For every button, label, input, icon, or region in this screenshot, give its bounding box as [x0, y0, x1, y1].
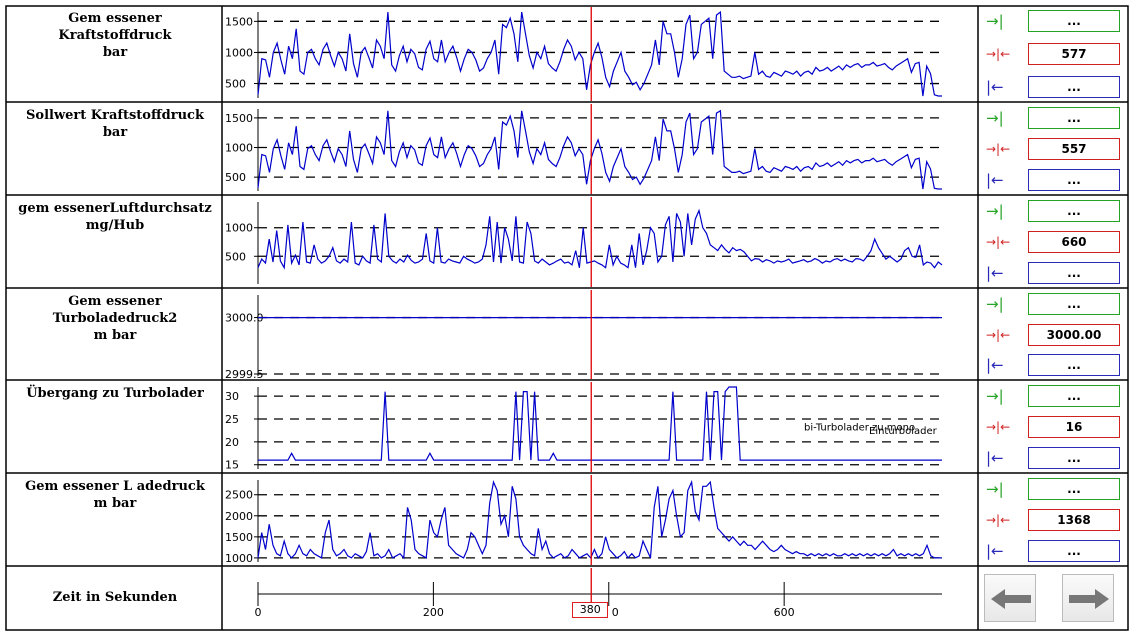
- series-line: [257, 208, 943, 270]
- y-tick-label: 1500: [225, 531, 253, 544]
- panel-label-line: Sollwert Kraftstoffdruck: [26, 108, 204, 123]
- time-tick-label: 600: [774, 606, 795, 619]
- panel-label-line: mg/Hub: [85, 218, 145, 233]
- jump-to-start-icon[interactable]: |←: [986, 263, 1016, 283]
- y-tick-label: 1000: [225, 552, 253, 565]
- y-tick-label: 3000.0: [225, 312, 264, 325]
- jump-to-cursor-icon[interactable]: →|←: [986, 417, 1016, 437]
- plot-panel-6: 2500 2000 1500 1000: [225, 475, 942, 565]
- y-tick-label: 20: [225, 436, 239, 449]
- panel-label-line: Gem essener L adedruck: [25, 479, 205, 494]
- jump-to-start-icon[interactable]: |←: [986, 541, 1016, 561]
- annotation-label: Einturbolader: [869, 426, 938, 437]
- cursor-time-value: 380: [579, 603, 601, 616]
- panel-label-line: Kraftstoffdruck: [58, 28, 172, 43]
- y-tick-label: 30: [225, 390, 239, 403]
- jump-end-field[interactable]: ...: [1028, 478, 1120, 500]
- jump-to-cursor-icon[interactable]: →|←: [986, 232, 1016, 252]
- jump-to-cursor-icon[interactable]: →|←: [986, 510, 1016, 530]
- y-tick-label: 1000: [225, 46, 253, 59]
- cursor-value-field[interactable]: 577: [1028, 43, 1120, 65]
- jump-to-cursor-icon[interactable]: →|←: [986, 139, 1016, 159]
- jump-end-field[interactable]: ...: [1028, 385, 1120, 407]
- panel-label-line: Turboladedruck2: [52, 311, 178, 326]
- panel-label-6: Gem essener L adedruck m bar: [8, 478, 222, 512]
- jump-to-end-icon[interactable]: →|: [986, 386, 1016, 406]
- plot-panel-3: 1000 500: [225, 197, 943, 287]
- panel-label-line: m bar: [93, 496, 137, 511]
- jump-end-field[interactable]: ...: [1028, 200, 1120, 222]
- jump-end-field[interactable]: ...: [1028, 293, 1120, 315]
- panel-label-line: Gem essener: [68, 294, 162, 309]
- panel-label-line: Übergang zu Turbolader: [26, 386, 204, 401]
- scroll-left-button[interactable]: [984, 574, 1036, 622]
- jump-to-end-icon[interactable]: →|: [986, 479, 1016, 499]
- jump-start-field[interactable]: ...: [1028, 447, 1120, 469]
- y-tick-label: 500: [225, 78, 246, 91]
- panel-label-line: m bar: [93, 328, 137, 343]
- jump-start-field[interactable]: ...: [1028, 540, 1120, 562]
- panel-label-1: Gem essener Kraftstoffdruck bar: [8, 10, 222, 61]
- jump-to-start-icon[interactable]: |←: [986, 77, 1016, 97]
- panel-label-3: gem essenerLuftdurchsatz mg/Hub: [8, 200, 222, 234]
- jump-to-cursor-icon[interactable]: →|←: [986, 44, 1016, 64]
- panel-label-line: bar: [102, 125, 128, 140]
- cursor-value-field[interactable]: 16: [1028, 416, 1120, 438]
- time-tick-label: 0: [612, 606, 619, 619]
- jump-start-field[interactable]: ...: [1028, 169, 1120, 191]
- time-axis-label: Zeit in Sekunden: [52, 590, 178, 605]
- panel-label-2: Sollwert Kraftstoffdruck bar: [8, 107, 222, 141]
- cursor-value-field[interactable]: 660: [1028, 231, 1120, 253]
- y-tick-label: 2999.5: [225, 368, 264, 381]
- plot-panel-1: 1500 1000 500: [225, 7, 942, 101]
- scroll-right-button[interactable]: [1062, 574, 1114, 622]
- jump-start-field[interactable]: ...: [1028, 354, 1120, 376]
- cursor-value-field[interactable]: 557: [1028, 138, 1120, 160]
- y-tick-label: 1500: [225, 112, 253, 125]
- jump-to-end-icon[interactable]: →|: [986, 11, 1016, 31]
- jump-start-field[interactable]: ...: [1028, 262, 1120, 284]
- jump-end-field[interactable]: ...: [1028, 107, 1120, 129]
- panel-label-line: Gem essener: [68, 11, 162, 26]
- arrow-right-icon: [1069, 589, 1109, 609]
- plot-panel-5: 30252015bi-Turbolader zu monoEinturbolad…: [225, 382, 942, 472]
- y-tick-label: 500: [225, 250, 246, 263]
- series-line: [257, 479, 942, 560]
- jump-start-field[interactable]: ...: [1028, 76, 1120, 98]
- y-tick-label: 15: [225, 459, 239, 472]
- time-tick-label: 0: [255, 606, 262, 619]
- arrow-left-icon: [991, 589, 1031, 609]
- panel-label-line: bar: [102, 45, 128, 60]
- cursor-value-field[interactable]: 3000.00: [1028, 324, 1120, 346]
- cursor-value-field[interactable]: 1368: [1028, 509, 1120, 531]
- panel-label-line: gem essenerLuftdurchsatz: [18, 201, 212, 216]
- jump-to-start-icon[interactable]: |←: [986, 355, 1016, 375]
- y-tick-label: 25: [225, 413, 239, 426]
- panel-label-5: Übergang zu Turbolader: [8, 385, 222, 402]
- plot-panel-2: 1500 1000 500: [225, 104, 942, 194]
- jump-to-cursor-icon[interactable]: →|←: [986, 325, 1016, 345]
- y-tick-label: 1500: [225, 15, 253, 28]
- y-tick-label: 1000: [225, 222, 253, 235]
- panel-label-4: Gem essener Turboladedruck2 m bar: [8, 293, 222, 344]
- jump-to-end-icon[interactable]: →|: [986, 201, 1016, 221]
- jump-to-end-icon[interactable]: →|: [986, 294, 1016, 314]
- jump-to-start-icon[interactable]: |←: [986, 170, 1016, 190]
- jump-end-field[interactable]: ...: [1028, 10, 1120, 32]
- y-tick-label: 2000: [225, 510, 253, 523]
- time-tick-label: 200: [423, 606, 444, 619]
- y-tick-label: 1000: [225, 142, 253, 155]
- jump-to-end-icon[interactable]: →|: [986, 108, 1016, 128]
- y-tick-label: 2500: [225, 489, 253, 502]
- plot-panel-4: 3000.0 2999.5: [225, 290, 942, 381]
- jump-to-start-icon[interactable]: |←: [986, 448, 1016, 468]
- cursor-time-readout[interactable]: 380: [572, 602, 609, 618]
- y-tick-label: 500: [225, 171, 246, 184]
